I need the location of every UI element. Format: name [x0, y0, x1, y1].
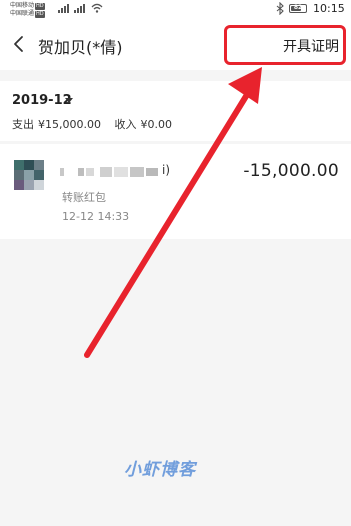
transaction-type: 转账红包	[62, 191, 106, 204]
signal-icon	[74, 4, 85, 13]
carrier-1: 中国移动 HD	[10, 2, 45, 10]
carrier-2-label: 中国联通	[10, 10, 35, 17]
hd-badge: HD	[35, 11, 45, 18]
signal-icon	[58, 4, 69, 13]
expense-label: 支出	[12, 118, 34, 131]
totals-line: 支出 ¥15,000.00 收入 ¥0.00	[12, 116, 176, 132]
transaction-amount: -15,000.00	[243, 161, 339, 181]
income-value: ¥0.00	[140, 118, 172, 131]
blurred-name	[60, 167, 158, 177]
transaction-row[interactable]: i) -15,000.00 转账红包 12-12 14:33	[0, 144, 351, 239]
red-arrow-annotation	[84, 67, 262, 358]
highlight-box	[224, 25, 346, 65]
clock: 10:15	[313, 2, 345, 15]
status-bar: 中国移动 HD 中国联通 HD 82 10:15	[0, 0, 351, 20]
watermark: 小虾博客	[124, 460, 196, 480]
transaction-time: 12-12 14:33	[62, 210, 130, 223]
wifi-icon	[91, 3, 103, 13]
month-selector[interactable]: 2019-12	[12, 93, 72, 108]
hd-badge: HD	[35, 3, 45, 10]
caret-down-icon[interactable]	[65, 98, 73, 103]
carrier-2: 中国联通 HD	[10, 10, 45, 18]
income-label: 收入	[114, 118, 137, 131]
expense-value: ¥15,000.00	[38, 118, 101, 131]
back-arrow-icon[interactable]	[12, 35, 24, 53]
battery-level: 82	[293, 4, 303, 11]
battery-icon: 82	[289, 4, 307, 13]
page-title: 贺加贝(*倩)	[38, 38, 123, 57]
avatar	[14, 160, 44, 190]
carrier-1-label: 中国移动	[10, 2, 35, 9]
contact-name-suffix: i)	[162, 163, 171, 177]
bluetooth-icon	[276, 2, 284, 15]
month-summary: 2019-12 支出 ¥15,000.00 收入 ¥0.00	[0, 81, 351, 141]
